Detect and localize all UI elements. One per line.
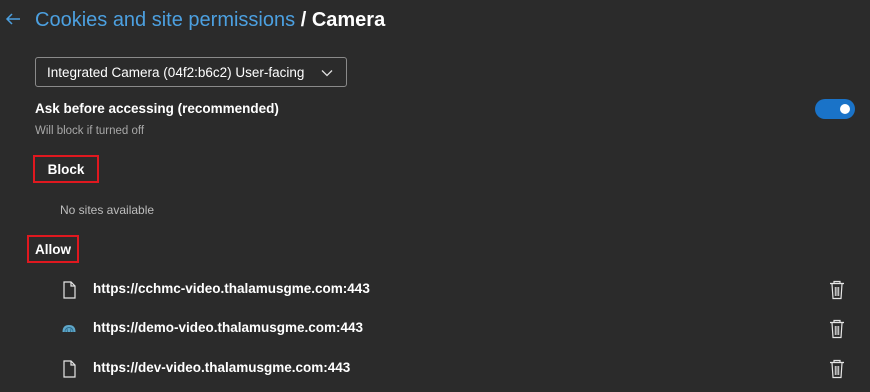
allowed-site-row: https://cchmc-video.thalamusgme.com:443 [0, 275, 870, 305]
allowed-site-url: https://demo-video.thalamusgme.com:443 [93, 320, 364, 335]
toggle-knob [840, 104, 850, 114]
allowed-site-row: https://dev-video.thalamusgme.com:443 [0, 354, 870, 384]
page-title: Camera [311, 9, 386, 31]
allowed-site-row: https://demo-video.thalamusgme.com:443 [0, 314, 870, 344]
ask-before-accessing-toggle[interactable] [815, 99, 855, 119]
breadcrumb: Cookies and site permissions / Camera [35, 7, 385, 33]
chevron-down-icon [321, 70, 333, 77]
camera-permissions-page: Cookies and site permissions / Camera In… [0, 0, 870, 392]
camera-device-select[interactable]: Integrated Camera (04f2:b6c2) User-facin… [35, 57, 347, 87]
block-empty-message: No sites available [60, 203, 155, 217]
delete-trash-icon[interactable] [828, 359, 846, 379]
camera-device-selected: Integrated Camera (04f2:b6c2) User-facin… [47, 64, 305, 80]
back-button[interactable] [2, 8, 24, 30]
delete-trash-icon[interactable] [828, 319, 846, 339]
block-section-heading: Block [33, 155, 99, 183]
page-icon [63, 281, 76, 299]
ask-before-accessing-label: Ask before accessing (recommended) [35, 101, 279, 116]
allow-section-title: Allow [35, 241, 71, 257]
allowed-site-url: https://dev-video.thalamusgme.com:443 [93, 360, 351, 375]
arrow-left-icon [5, 13, 20, 25]
site-favicon-brain-icon [62, 325, 76, 333]
page-icon [63, 360, 76, 378]
delete-trash-icon[interactable] [828, 280, 846, 300]
breadcrumb-link-cookies[interactable]: Cookies and site permissions [35, 9, 295, 31]
breadcrumb-separator: / [300, 9, 307, 31]
ask-before-accessing-description: Will block if turned off [35, 125, 145, 137]
allow-section-heading: Allow [27, 235, 79, 263]
block-section-title: Block [47, 161, 85, 177]
allowed-site-url: https://cchmc-video.thalamusgme.com:443 [93, 281, 370, 296]
